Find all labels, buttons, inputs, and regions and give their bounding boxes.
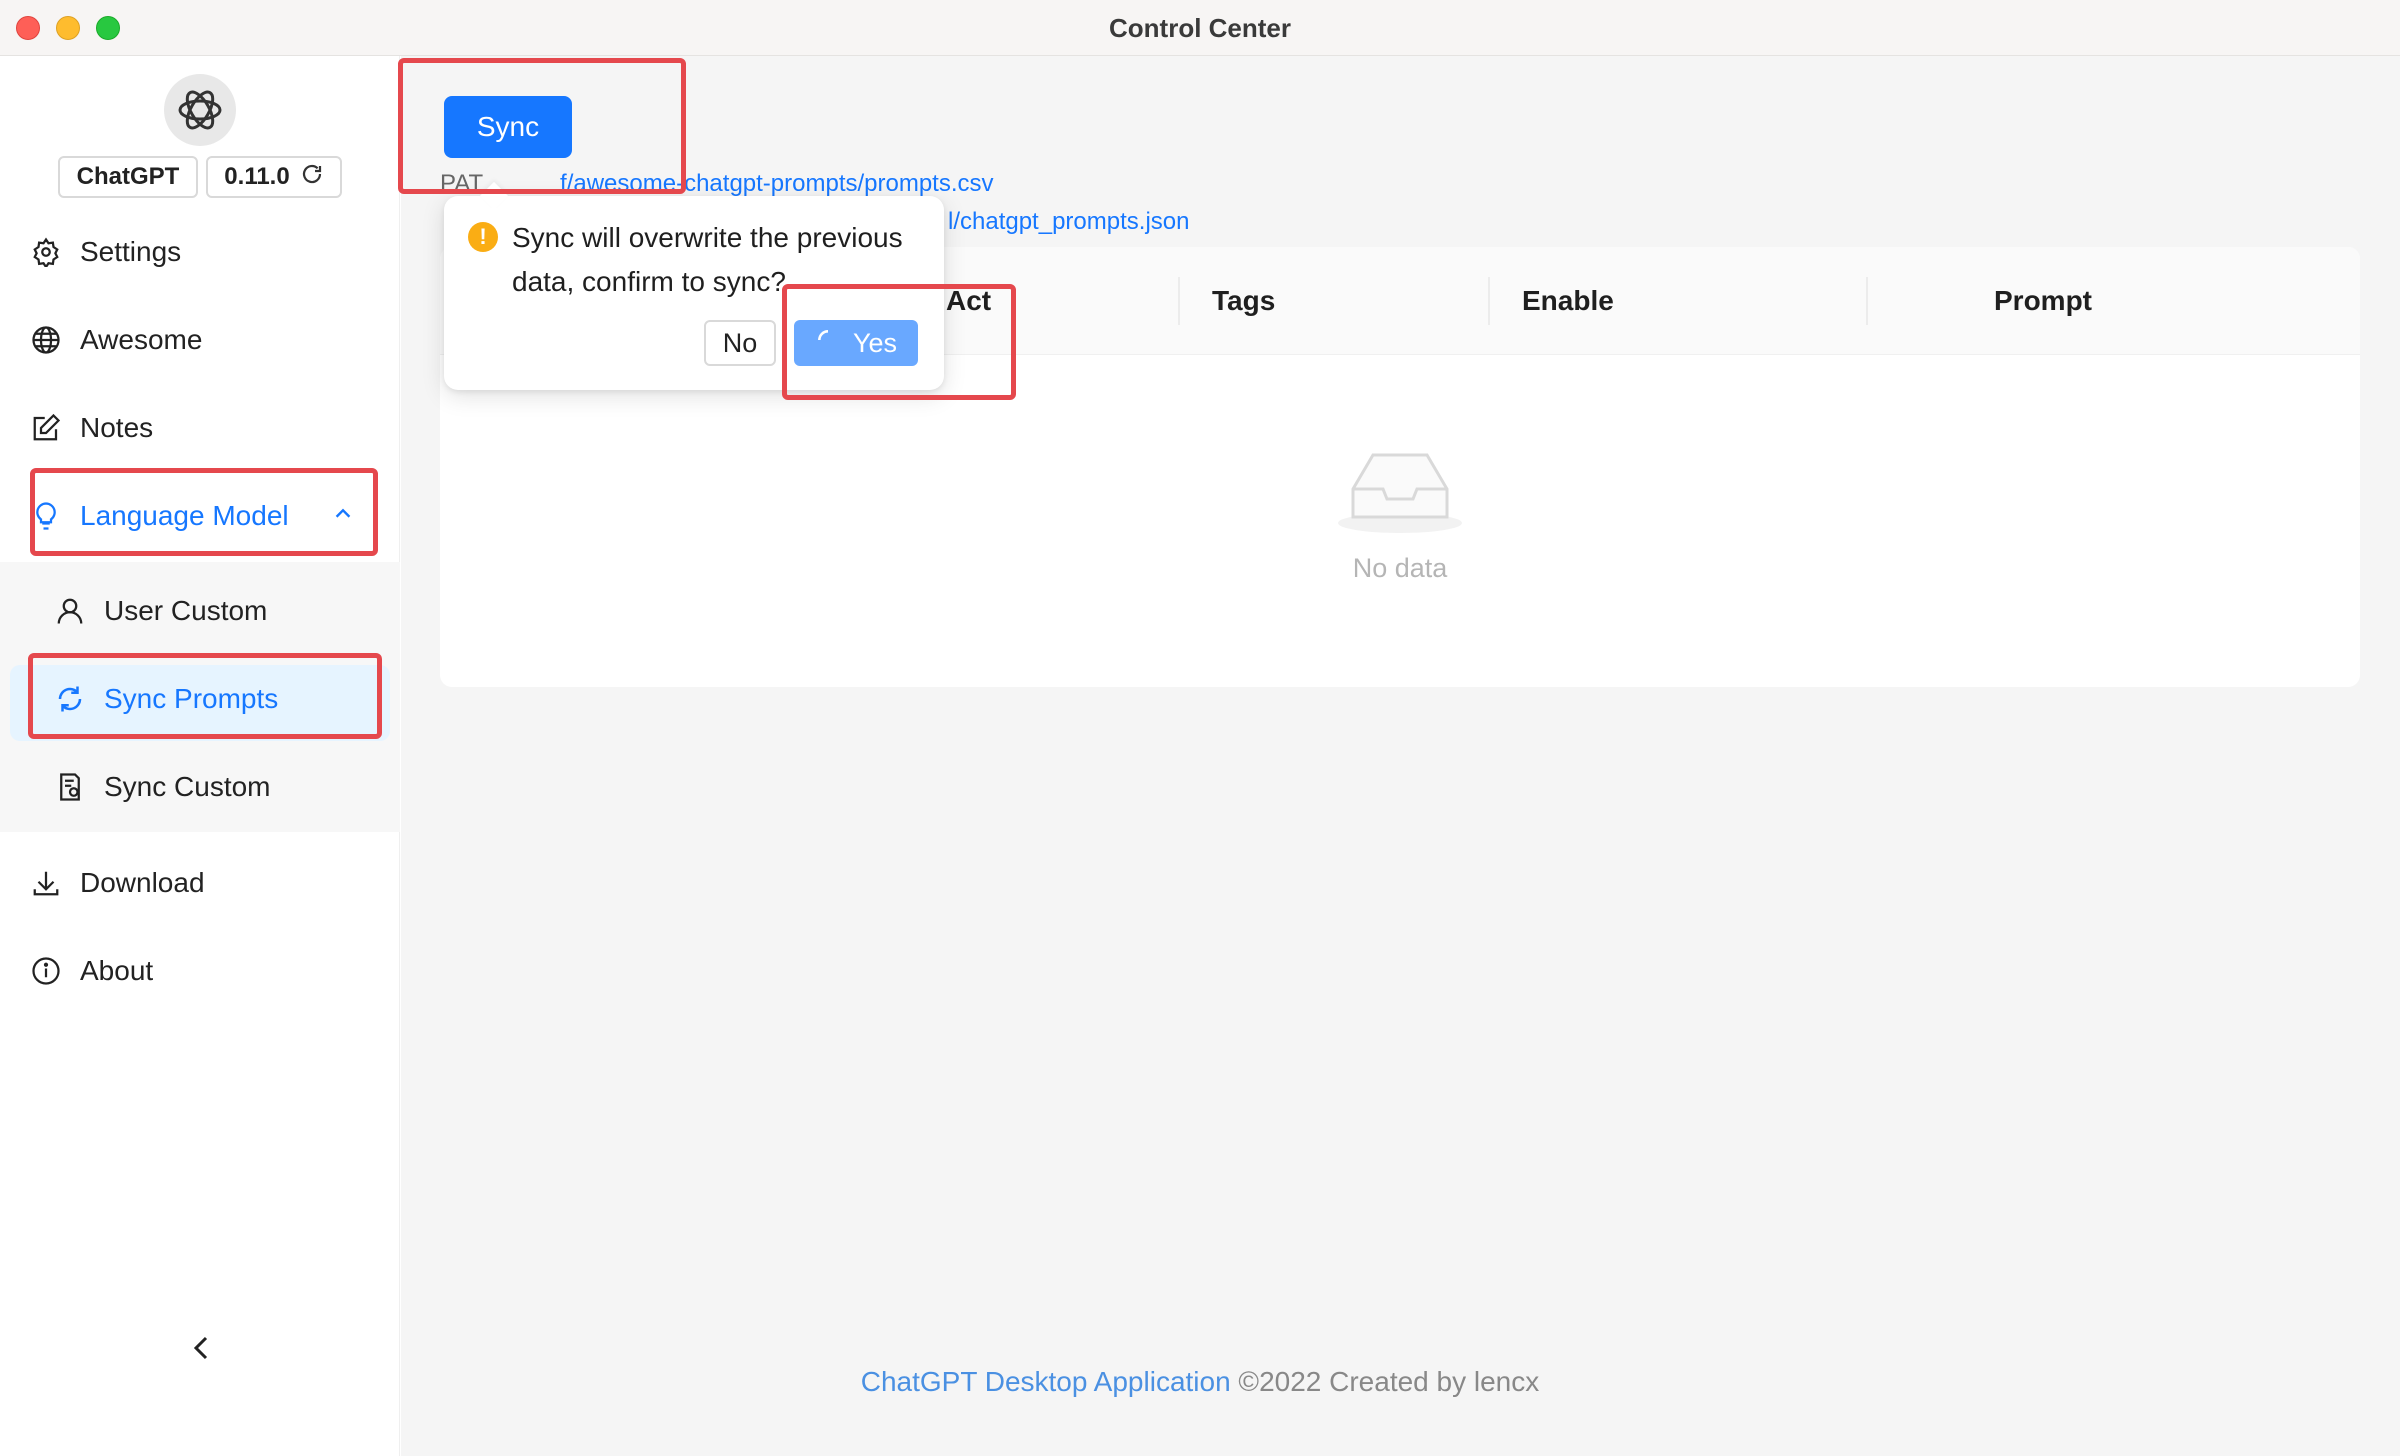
cancel-button[interactable]: No (704, 320, 776, 366)
confirm-yes-button[interactable]: Yes (794, 320, 918, 366)
chevron-left-icon (190, 1333, 212, 1368)
sidebar-item-label: Settings (80, 236, 182, 267)
sidebar-item-language-model[interactable]: Language Model (0, 480, 400, 552)
column-header-act[interactable]: Act (946, 285, 991, 317)
sidebar-item-notes[interactable]: Notes (0, 392, 400, 464)
app-name-badge: ChatGPT (58, 156, 198, 198)
collapse-sidebar-button[interactable] (186, 1330, 216, 1370)
sidebar-item-download[interactable]: Download (0, 847, 400, 919)
sidebar-item-label: About (80, 955, 154, 986)
empty-state-text: No data (1352, 553, 1448, 583)
title-bar: Control Center (0, 0, 2400, 56)
app-name: ChatGPT (76, 163, 180, 190)
sidebar-item-sync-custom[interactable]: Sync Custom (0, 751, 400, 823)
file-sync-icon (54, 771, 86, 803)
yes-label: Yes (852, 327, 898, 358)
column-divider (1866, 277, 1868, 325)
footer-link[interactable]: ChatGPT Desktop Application (861, 1366, 1231, 1397)
sidebar-item-sync-prompts[interactable]: Sync Prompts (0, 663, 400, 741)
version-badge[interactable]: 0.11.0 (206, 156, 342, 198)
sidebar-item-label: Language Model (80, 500, 289, 531)
gear-icon (30, 236, 62, 268)
column-header-enable[interactable]: Enable (1522, 285, 1614, 317)
sidebar-item-label: Notes (80, 412, 154, 443)
edit-icon (30, 412, 62, 444)
sidebar-item-awesome[interactable]: Awesome (0, 304, 400, 376)
sidebar-item-about[interactable]: About (0, 935, 400, 1007)
sidebar-item-label: Sync Prompts (104, 683, 279, 714)
empty-inbox-icon (440, 447, 2360, 542)
column-divider (1178, 277, 1180, 325)
path-prefix: PAT (440, 170, 483, 197)
sidebar-item-label: Download (80, 867, 205, 898)
confirm-message: Sync will overwrite the previous data, c… (512, 222, 903, 297)
version-text: 0.11.0 (224, 163, 290, 190)
bulb-icon (30, 500, 62, 532)
sync-button[interactable]: Sync (444, 96, 572, 158)
column-header-prompt[interactable]: Prompt (1994, 285, 2092, 317)
cache-path: l/chatgpt_prompts.json (948, 208, 1189, 236)
loading-spinner-icon (815, 327, 841, 360)
globe-icon (30, 324, 62, 356)
sync-confirm-popover: ! Sync will overwrite the previous data,… (444, 181, 944, 390)
sidebar-item-label: Awesome (80, 324, 203, 355)
user-icon (54, 595, 86, 627)
download-icon (30, 867, 62, 899)
refresh-icon[interactable] (300, 162, 324, 193)
chevron-up-icon[interactable] (332, 500, 354, 532)
prompts-csv-link[interactable]: f/awesome-chatgpt-prompts/prompts.csv (560, 170, 994, 197)
warning-icon: ! (468, 222, 498, 252)
prompts-json-link[interactable]: l/chatgpt_prompts.json (948, 208, 1189, 235)
footer-copyright: ©2022 Created by lencx (1230, 1366, 1540, 1397)
sidebar-item-label: Sync Custom (104, 771, 271, 802)
sync-icon (54, 683, 86, 715)
sidebar-item-label: User Custom (104, 595, 268, 626)
info-icon (30, 955, 62, 987)
chatgpt-logo-icon (164, 74, 236, 146)
column-header-tags[interactable]: Tags (1212, 285, 1275, 317)
source-path: PAT f/awesome-chatgpt-prompts/prompts.cs… (440, 170, 994, 198)
window-title: Control Center (1109, 13, 1291, 43)
sidebar-item-settings[interactable]: Settings (0, 216, 400, 288)
sidebar-item-user-custom[interactable]: User Custom (0, 575, 400, 647)
footer: ChatGPT Desktop Application ©2022 Create… (0, 1366, 2400, 1398)
column-divider (1488, 277, 1490, 325)
